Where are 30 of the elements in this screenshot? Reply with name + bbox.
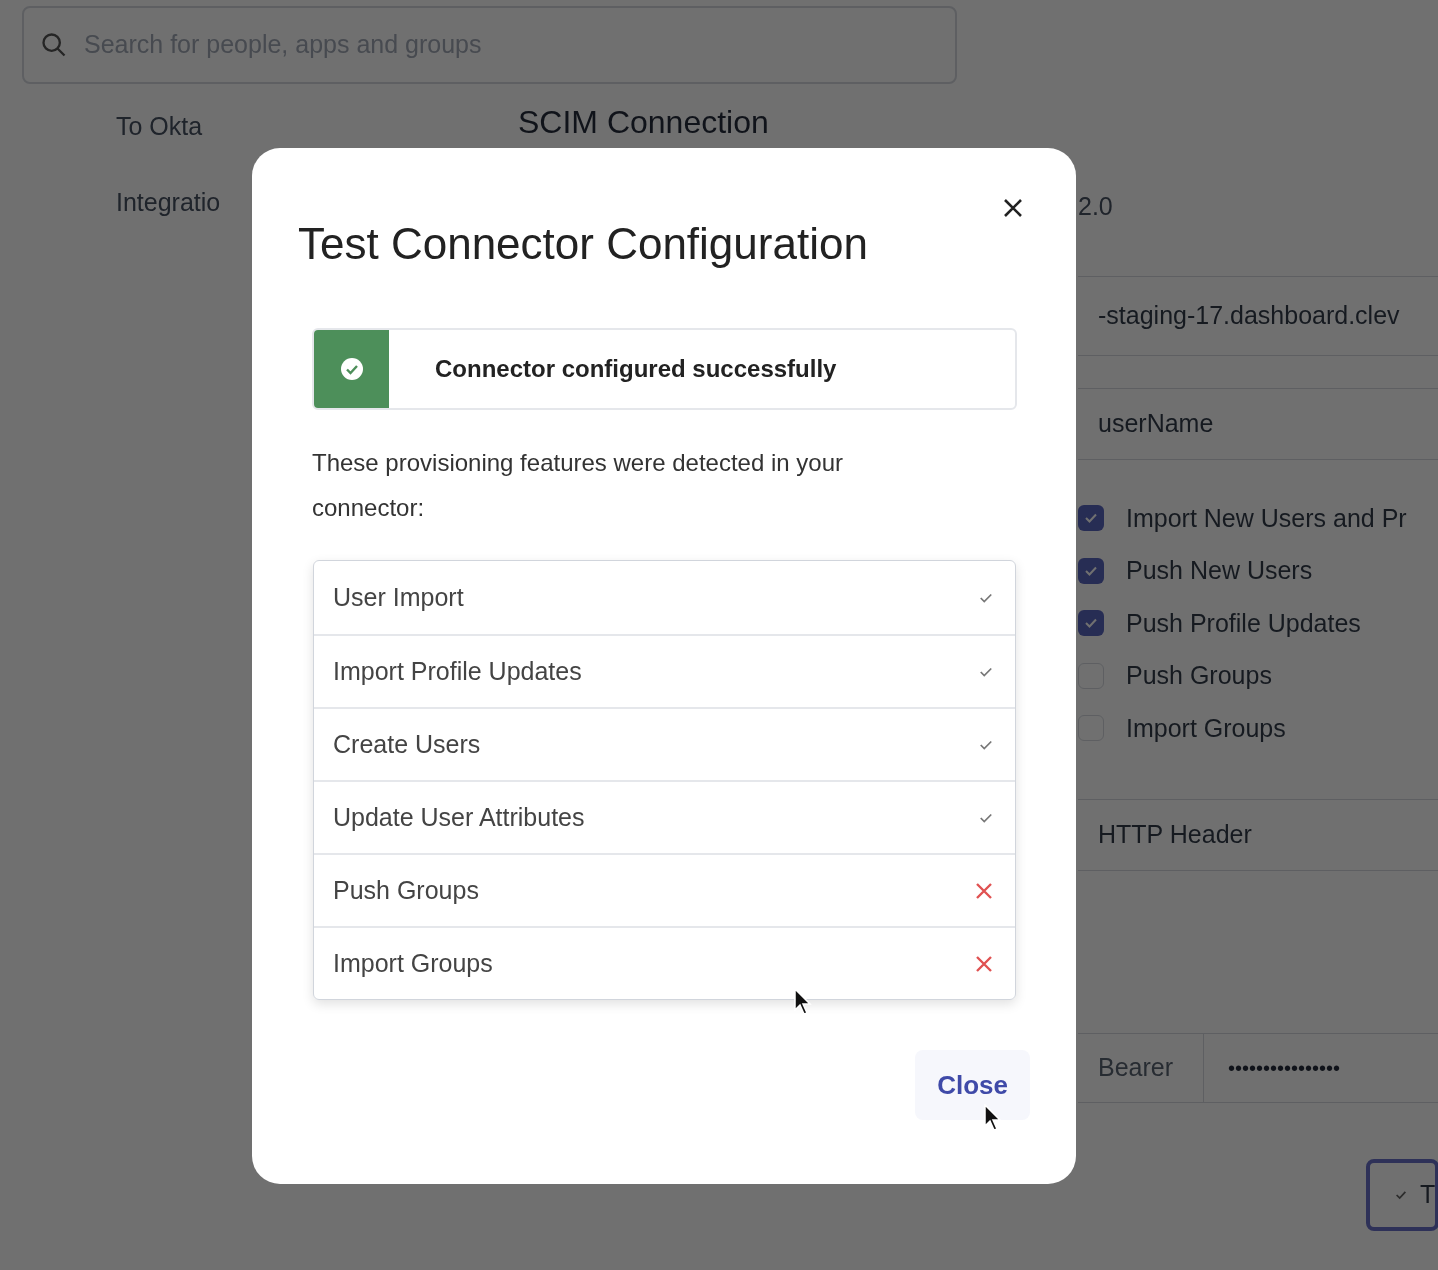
search-icon: [40, 31, 68, 59]
token-type-label: Bearer: [1078, 1034, 1204, 1102]
feature-label: Import Groups: [333, 947, 493, 979]
description-text: These provisioning features were detected in your connector:: [312, 448, 844, 523]
token-field[interactable]: ••••••••••••••••: [1204, 1053, 1341, 1083]
checkbox-label: Push New Users: [1126, 555, 1313, 586]
checkbox-label: Import Groups: [1126, 712, 1286, 744]
page-title: SCIM Connection: [518, 104, 769, 140]
checkbox[interactable]: [1078, 610, 1104, 637]
base-url-field[interactable]: -staging-17.dashboard.clev: [1078, 275, 1438, 356]
auth-mode-field[interactable]: HTTP Header: [1078, 799, 1438, 871]
checkbox-label: Import New Users and Pr: [1126, 502, 1407, 534]
feature-label: User Import: [333, 581, 464, 613]
feature-label: Import Profile Updates: [333, 655, 582, 687]
feature-label: Update User Attributes: [333, 801, 585, 833]
unique-identifier-field[interactable]: userName: [1078, 387, 1438, 460]
mouse-pointer-icon: [984, 1104, 1002, 1132]
close-button[interactable]: Close: [915, 1050, 1030, 1120]
status-message: Connector configured successfully: [435, 354, 837, 384]
feature-label: Push Groups: [333, 874, 479, 906]
feature-label: Create Users: [333, 728, 481, 760]
checkbox[interactable]: [1078, 557, 1104, 584]
version-text: 2.0: [1078, 191, 1114, 222]
nav-item[interactable]: To Okta: [116, 108, 518, 146]
checkbox[interactable]: [1078, 505, 1104, 532]
checkbox-label: Push Groups: [1126, 660, 1272, 691]
test-button[interactable]: T: [1366, 1159, 1438, 1231]
check-circle-icon: [339, 357, 364, 381]
checkbox-label: Push Profile Updates: [1126, 607, 1361, 639]
dialog-title: Test Connector Configuration: [298, 222, 869, 266]
